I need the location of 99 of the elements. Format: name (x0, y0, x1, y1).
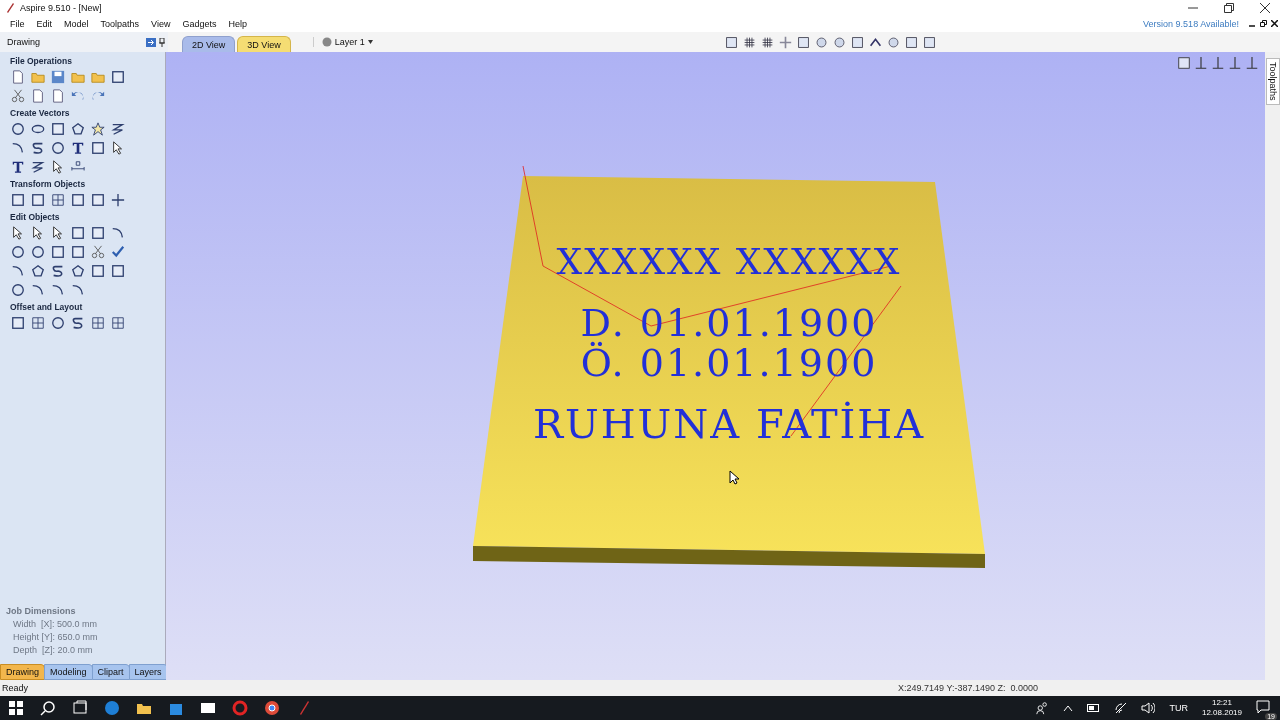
coordinates-text: X:249.7149 Y:-387.1490 Z: 0.0000 (898, 683, 1038, 693)
new-file-icon[interactable] (11, 70, 25, 84)
section-heading: Job Dimensions (6, 606, 77, 616)
cursor-icon[interactable] (51, 226, 65, 240)
scissors-icon[interactable] (91, 245, 105, 259)
panel-tab[interactable]: Layers (128, 664, 168, 680)
layer-label: Layer 1 (334, 37, 365, 47)
axis-icon[interactable] (1211, 56, 1225, 70)
app-logo-icon (6, 2, 14, 13)
menu-item[interactable]: View (145, 18, 177, 29)
closed-vector-icon[interactable] (11, 283, 25, 297)
battery-icon[interactable] (1087, 704, 1102, 712)
section-heading: Transform Objects (10, 179, 87, 189)
curve-icon[interactable] (31, 141, 45, 155)
frame-icon[interactable] (91, 193, 105, 207)
select-frame-icon[interactable] (111, 70, 125, 84)
browser-icon[interactable] (104, 700, 120, 716)
anchor-icon[interactable] (1194, 56, 1208, 70)
array-icon[interactable] (111, 316, 125, 330)
notification-icon[interactable] (1256, 700, 1270, 714)
chrome-icon[interactable] (264, 700, 280, 716)
curve-icon[interactable] (51, 264, 65, 278)
scissors-icon[interactable] (11, 89, 25, 103)
fillet-icon[interactable] (11, 264, 25, 278)
ellipse-icon[interactable] (31, 122, 45, 136)
pin-icon[interactable] (159, 37, 165, 47)
cursor-icon[interactable] (11, 226, 25, 240)
engraved-text: RUHUNA FATİHA (532, 401, 925, 447)
polygon-icon[interactable] (71, 122, 85, 136)
panel-tab[interactable]: Clipart (91, 664, 130, 680)
grid-icon[interactable] (31, 316, 45, 330)
engraved-text: XXXXXX XXXXXX (556, 241, 901, 282)
close-icon[interactable] (1260, 2, 1270, 13)
paste-icon[interactable] (51, 89, 65, 103)
menu-item[interactable]: Edit (30, 18, 59, 29)
section-heading: Create Vectors (10, 108, 71, 118)
update-link[interactable]: Version 9.518 Available! (1143, 18, 1239, 29)
star-icon[interactable] (91, 122, 105, 136)
node-cursor-icon[interactable] (31, 226, 45, 240)
crosshair-icon[interactable] (111, 193, 125, 207)
section-heading: Offset and Layout (10, 302, 84, 312)
caret-icon (367, 40, 373, 44)
view-tab[interactable]: 3D View (237, 36, 291, 52)
grid-icon[interactable] (760, 35, 774, 49)
text-tool-icon[interactable] (11, 160, 25, 174)
task-view-icon[interactable] (72, 700, 88, 716)
text-tool-icon[interactable] (71, 141, 85, 155)
section-heading: File Operations (10, 56, 73, 66)
menu-item[interactable]: Model (58, 18, 95, 29)
copy-icon[interactable] (31, 89, 45, 103)
menu-item[interactable]: Toolpaths (94, 18, 146, 29)
search-icon[interactable] (40, 700, 56, 716)
menu-item[interactable]: Gadgets (176, 18, 223, 29)
close-icon[interactable] (1271, 20, 1278, 27)
view-tab[interactable]: 2D View (182, 36, 236, 52)
axis-icon[interactable] (1245, 56, 1259, 70)
clock[interactable]: 12:21 12.08.2019 (1201, 698, 1242, 718)
frame-icon[interactable] (1177, 56, 1191, 70)
check-icon[interactable] (111, 245, 125, 259)
polyline-icon[interactable] (111, 122, 125, 136)
people-icon[interactable] (1035, 701, 1050, 715)
dimension-text: Depth [Z]: 20.0 mm (12, 645, 94, 655)
circle-icon[interactable] (11, 122, 25, 136)
window-title: Aspire 9.510 - [New] (20, 2, 102, 13)
section-heading: Edit Objects (10, 212, 61, 222)
restore-icon[interactable] (1260, 20, 1267, 27)
dimension-text: Height [Y]: 650.0 mm (12, 632, 99, 642)
grid-icon[interactable] (742, 35, 756, 49)
layer-dropdown[interactable]: Layer 1 (312, 37, 373, 47)
frame-icon[interactable] (724, 35, 738, 49)
start-icon[interactable] (8, 700, 24, 716)
panel-tab[interactable]: Drawing (0, 664, 45, 680)
restore-icon[interactable] (1224, 2, 1234, 13)
side-tab[interactable]: Toolpaths (1265, 58, 1280, 105)
language-indicator[interactable]: TUR (1169, 703, 1188, 713)
menu-item[interactable]: Help (222, 18, 253, 29)
line-icon[interactable] (111, 226, 125, 240)
sphere-icon (321, 37, 332, 47)
axis-icon[interactable] (1228, 56, 1242, 70)
panel-title: Drawing (7, 37, 40, 47)
wave-icon[interactable] (31, 160, 45, 174)
dimension-text: Width [X]: 500.0 mm (12, 619, 99, 629)
redo-icon[interactable] (91, 89, 105, 103)
mouse-cursor-icon (729, 470, 739, 485)
path-icon[interactable] (71, 316, 85, 330)
arc-icon[interactable] (11, 141, 25, 155)
panel-tab[interactable]: Modeling (44, 664, 93, 680)
undo-icon[interactable] (71, 89, 85, 103)
wifi-icon[interactable] (1115, 702, 1128, 714)
status-text: Ready (2, 683, 28, 693)
cursor-icon[interactable] (111, 141, 125, 155)
chevron-up-icon[interactable] (1063, 704, 1074, 712)
opera-icon[interactable] (232, 700, 248, 716)
volume-icon[interactable] (1141, 702, 1156, 714)
polygon-icon[interactable] (71, 264, 85, 278)
menu-item[interactable]: File (4, 18, 31, 29)
rectangle-icon[interactable] (51, 122, 65, 136)
panel-toggle-icon[interactable] (146, 37, 156, 47)
ruler-icon[interactable] (71, 160, 85, 174)
